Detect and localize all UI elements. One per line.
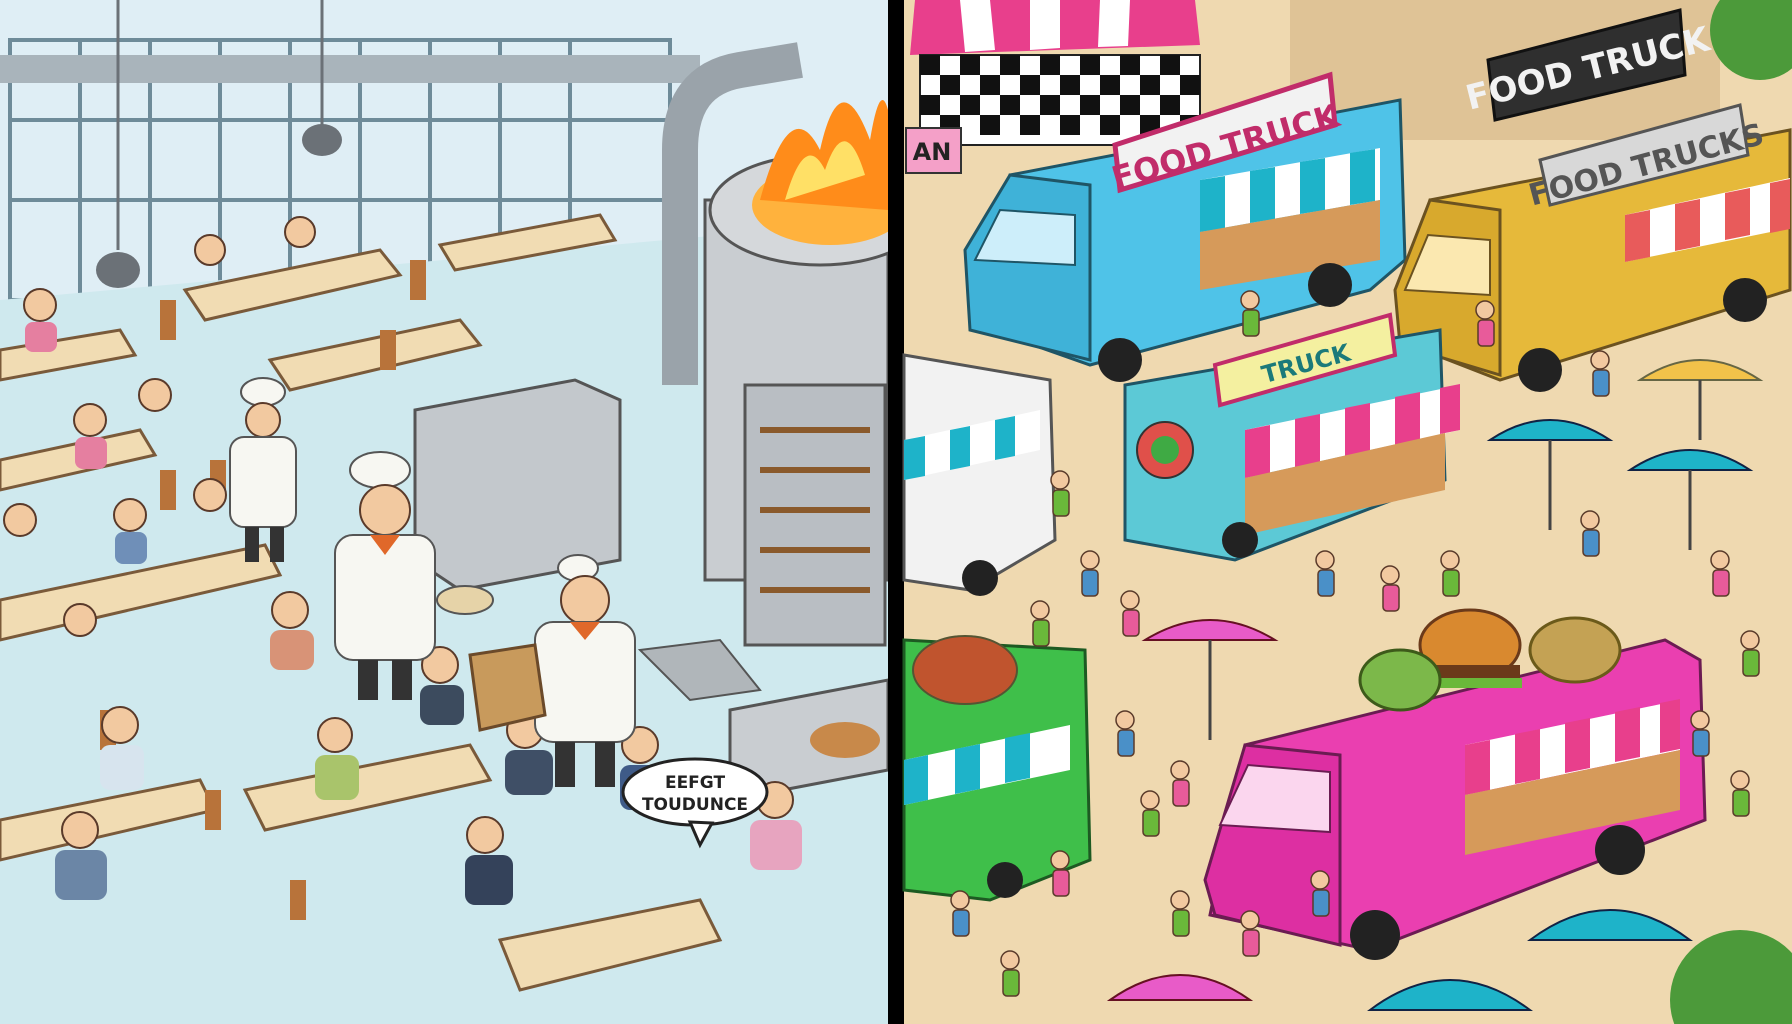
pie-icon xyxy=(810,722,880,758)
basket xyxy=(468,643,547,732)
chef-hat-icon xyxy=(349,451,411,489)
speech-bubble-line1: EEFGT xyxy=(665,773,725,793)
banner-sign: AN xyxy=(905,127,962,174)
left-panel-restaurant: EEFGT TOUDUNCE xyxy=(0,0,932,1024)
giant-food-sculpture xyxy=(912,635,1018,705)
banner-sign-text: AN xyxy=(913,138,952,166)
panel-divider xyxy=(888,0,904,1024)
striped-tent xyxy=(910,0,1201,146)
right-panel-food-trucks: AN FOOD TRUCK FOOD TRUCK FOOD TRUCKS TRU… xyxy=(902,0,1792,1024)
split-illustration: EEFGT TOUDUNCE AN FOOD TRUCK FOOD TRUCK … xyxy=(0,0,1792,1024)
ceiling-duct xyxy=(0,55,700,83)
chef-hat-icon xyxy=(240,377,286,407)
speech-bubble-line2: TOUDUNCE xyxy=(642,795,748,815)
illustration-canvas: EEFGT TOUDUNCE AN FOOD TRUCK FOOD TRUCK … xyxy=(0,0,1792,1024)
